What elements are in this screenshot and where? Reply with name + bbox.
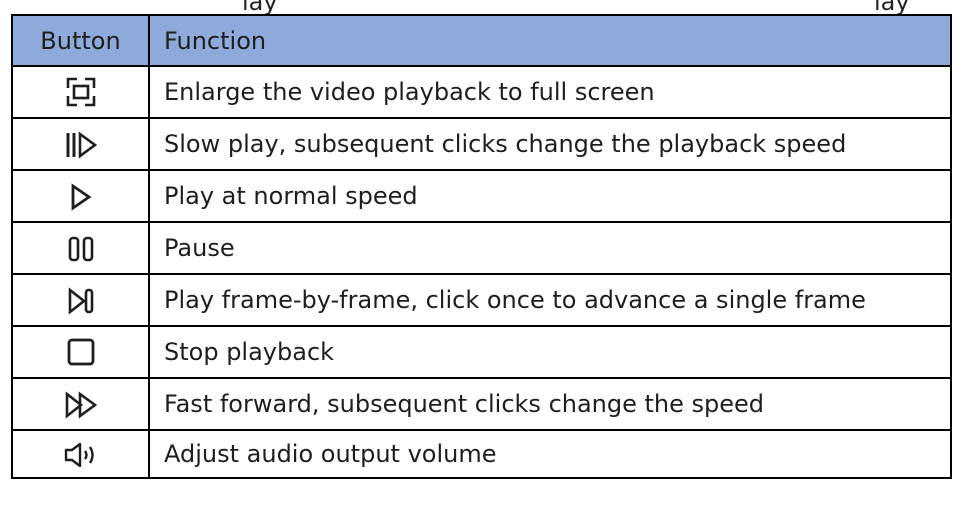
table-row: Pause (11, 221, 952, 275)
row-description: Stop playback (148, 325, 952, 379)
pause-icon (67, 235, 95, 263)
table-row: Slow play, subsequent clicks change the … (11, 117, 952, 171)
table-row: Enlarge the video playback to full scree… (11, 65, 952, 119)
header-function: Function (148, 14, 952, 67)
row-description: Adjust audio output volume (148, 429, 952, 479)
clipped-text-line: lay lay (0, 0, 961, 14)
table-row: Play frame-by-frame, click once to advan… (11, 273, 952, 327)
table-row: Stop playback (11, 325, 952, 379)
row-description: Play frame-by-frame, click once to advan… (148, 273, 952, 327)
frame-step-icon (67, 286, 95, 315)
clipped-text-left: lay (242, 0, 278, 14)
table-row: Adjust audio output volume (11, 429, 952, 479)
table-row: Fast forward, subsequent clicks change t… (11, 377, 952, 431)
button-function-table: Button Function Enlarge the video playba… (11, 14, 952, 479)
play-icon (70, 182, 92, 211)
fullscreen-icon (66, 77, 96, 107)
row-description: Play at normal speed (148, 169, 952, 223)
clipped-text-right: lay (874, 0, 910, 14)
row-description: Fast forward, subsequent clicks change t… (148, 377, 952, 431)
slow-play-icon (64, 130, 98, 159)
stop-icon (66, 337, 96, 367)
header-button: Button (11, 14, 150, 67)
row-description: Enlarge the video playback to full scree… (148, 65, 952, 119)
fast-forward-icon (64, 390, 98, 419)
volume-icon (63, 441, 99, 469)
row-description: Slow play, subsequent clicks change the … (148, 117, 952, 171)
table-row: Play at normal speed (11, 169, 952, 223)
table-header-row: Button Function (11, 14, 952, 67)
row-description: Pause (148, 221, 952, 275)
